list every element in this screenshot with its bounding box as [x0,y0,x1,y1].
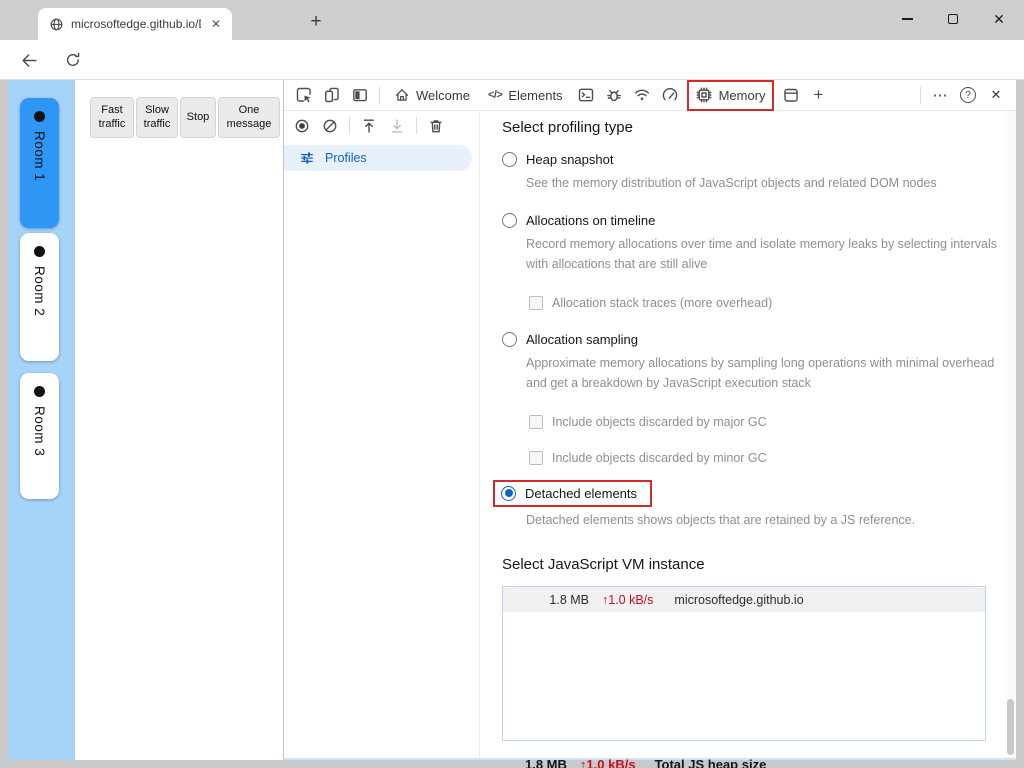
radio-icon[interactable] [502,213,517,229]
room-label: Room 3 [32,406,47,457]
total-heap-label: Total JS heap size [654,757,767,768]
room-status-dot [34,111,45,122]
total-allocation-rate: ↑1.0 kB/s [579,757,636,768]
more-tabs-button[interactable]: + [805,82,833,109]
checkbox-icon[interactable] [529,450,543,465]
room-sidebar: Room 1 Room 2 Room 3 [8,80,75,760]
browser-toolbar: https://microsoftedge.github.io/Demos/de… [0,40,1024,115]
debug-bug-icon[interactable] [600,82,628,109]
new-tab-button[interactable]: + [302,9,330,35]
room-tab-2[interactable]: Room 2 [20,233,59,361]
tab-memory[interactable]: Memory [689,82,772,109]
checkbox-icon[interactable] [529,414,543,429]
inspect-element-icon[interactable] [290,82,318,109]
checkbox-icon[interactable] [529,296,543,311]
scrollbar-thumb[interactable] [1007,699,1014,755]
room-tab-3[interactable]: Room 3 [20,373,59,499]
vm-instance-heading: Select JavaScript VM instance [502,556,705,574]
save-profile-icon [383,112,411,139]
divider [416,117,417,134]
total-heap-row: 1.8 MB ↑1.0 kB/s Total JS heap size [502,757,1005,768]
application-panel-icon[interactable] [777,82,805,109]
tab-welcome[interactable]: Welcome [385,82,479,109]
tab-close-icon[interactable]: ✕ [208,16,224,32]
maximize-icon [948,14,958,24]
devtools-panel: Welcome </> Elements Memory + ⋯ ? ✕ Prof… [283,79,1016,768]
room-content: Fast traffic Slow traffic Stop One messa… [75,80,283,760]
globe-icon [49,17,64,32]
tab-strip: microsoftedge.github.io/Demos/d ✕ + ✕ [0,0,1024,40]
tab-elements[interactable]: </> Elements [479,82,572,109]
radio-heap-snapshot[interactable]: Heap snapshot [502,152,1005,167]
devtools-more-menu-icon[interactable]: ⋯ [926,82,954,109]
memory-panel: Select profiling type Heap snapshot See … [481,111,1005,768]
checkbox-allocation-stack-traces[interactable]: Allocation stack traces (more overhead) [529,296,1005,311]
detached-elements-desc: Detached elements shows objects that are… [526,512,916,527]
memory-chip-icon [695,86,713,104]
devtools-toolbar: Welcome </> Elements Memory + ⋯ ? ✕ [284,79,1016,111]
code-icon: </> [487,89,503,101]
tab-title: microsoftedge.github.io/Demos/d [71,17,201,31]
room-label: Room 2 [32,266,47,317]
vm-table-body [503,612,985,741]
vm-host: microsoftedge.github.io [674,592,804,607]
sidebar-item-profiles[interactable]: Profiles [284,145,472,171]
devtools-close-icon[interactable]: ✕ [982,82,1010,109]
browser-tab[interactable]: microsoftedge.github.io/Demos/d ✕ [38,8,232,40]
divider [379,86,380,104]
webpage: Room 1 Room 2 Room 3 Fast traffic Slow t… [8,80,283,760]
divider [349,117,350,134]
one-message-button[interactable]: One message [218,97,280,138]
vm-instance-table: 1.8 MB ↑1.0 kB/s microsoftedge.github.io [502,586,986,742]
detached-elements-highlight-box: Detached elements [493,479,653,507]
vm-instance-row[interactable]: 1.8 MB ↑1.0 kB/s microsoftedge.github.io [503,587,985,613]
record-icon[interactable] [288,112,316,139]
devtools-help-icon[interactable]: ? [954,82,982,109]
network-wifi-icon[interactable] [628,82,656,109]
devtools-scrollbar[interactable] [1005,111,1016,758]
memory-left-nav: Profiles [284,111,480,758]
dock-side-icon[interactable] [346,82,374,109]
room-label: Room 1 [32,131,47,182]
device-emulation-icon[interactable] [318,82,346,109]
checkbox-major-gc[interactable]: Include objects discarded by major GC [529,414,1005,429]
minimize-icon [901,18,913,20]
fast-traffic-button[interactable]: Fast traffic [90,97,134,138]
profiles-sliders-icon [299,150,315,166]
vm-allocation-rate: ↑1.0 kB/s [602,592,654,607]
radio-selected-icon[interactable] [501,485,516,501]
back-button[interactable] [16,48,42,72]
refresh-button[interactable] [60,48,86,72]
clear-icon[interactable] [316,112,344,139]
slow-traffic-button[interactable]: Slow traffic [136,97,178,138]
heap-snapshot-desc: See the memory distribution of JavaScrip… [526,176,937,190]
room-status-dot [34,386,45,397]
window-maximize-button[interactable] [930,0,976,38]
delete-trash-icon[interactable] [422,112,450,139]
radio-detached-elements[interactable]: Detached elements [501,485,637,501]
divider [920,86,921,104]
radio-allocations-timeline[interactable]: Allocations on timeline [502,213,1005,229]
allocation-sampling-desc: Approximate memory allocations by sampli… [526,356,995,390]
total-heap-size: 1.8 MB [525,757,567,768]
radio-allocation-sampling[interactable]: Allocation sampling [502,332,1005,348]
profiling-type-heading: Select profiling type [502,119,633,136]
load-profile-icon[interactable] [355,112,383,139]
stop-button[interactable]: Stop [180,97,216,138]
room-status-dot [34,246,45,257]
vm-heap-size: 1.8 MB [549,592,589,607]
performance-gauge-icon[interactable] [656,82,684,109]
console-icon[interactable] [572,82,600,109]
window-close-button[interactable]: ✕ [976,0,1022,38]
home-icon [394,87,410,103]
memory-tab-highlight-box: Memory [686,79,774,111]
allocations-timeline-desc: Record memory allocations over time and … [526,237,998,271]
radio-icon[interactable] [502,152,517,167]
checkbox-minor-gc[interactable]: Include objects discarded by minor GC [529,450,1005,465]
window-minimize-button[interactable] [884,0,930,38]
room-tab-1[interactable]: Room 1 [20,98,59,228]
radio-icon[interactable] [502,332,517,348]
